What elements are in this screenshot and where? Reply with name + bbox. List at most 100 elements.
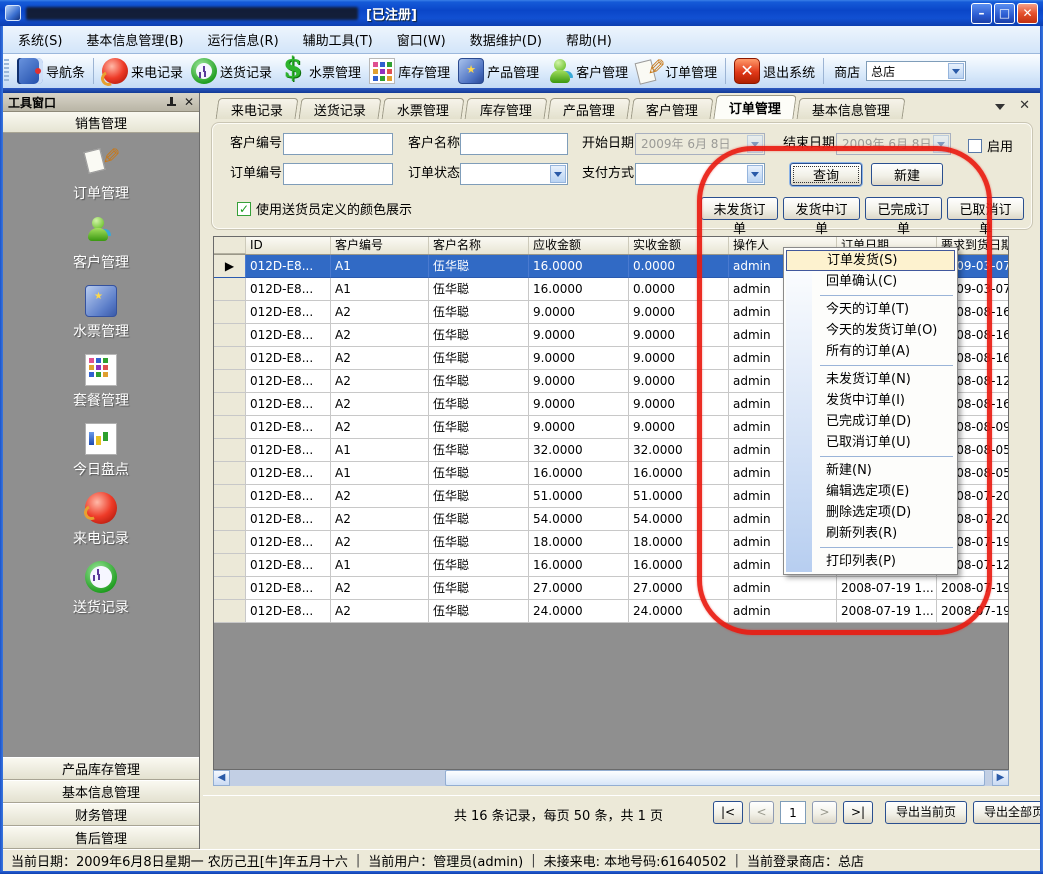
- context-menu-item[interactable]: 今天的订单(T): [786, 299, 955, 320]
- maximize-button[interactable]: □: [994, 3, 1015, 24]
- sidebar-group-3[interactable]: 售后管理: [3, 826, 199, 849]
- column-header-1[interactable]: 客户编号: [331, 237, 429, 254]
- horizontal-scrollbar[interactable]: ◀ ▶: [213, 770, 1009, 786]
- order-status-chevron-down-icon[interactable]: [550, 165, 566, 183]
- sidebar-item-order[interactable]: 订单管理: [41, 147, 161, 203]
- context-menu-item[interactable]: 删除选定项(D): [786, 502, 955, 523]
- context-menu-item[interactable]: 编辑选定项(E): [786, 481, 955, 502]
- toolbar-button-cust[interactable]: 客户管理: [543, 57, 632, 85]
- row-selector[interactable]: [214, 554, 246, 577]
- toolbar-grip[interactable]: [4, 59, 9, 83]
- row-selector[interactable]: [214, 393, 246, 416]
- toolbar-button-prod[interactable]: 产品管理: [454, 57, 543, 85]
- row-selector[interactable]: [214, 278, 246, 301]
- action-button-2[interactable]: 已完成订单: [865, 197, 942, 220]
- menu-item-5[interactable]: 数据维护(D): [460, 27, 552, 52]
- row-selector[interactable]: ▶: [214, 255, 246, 278]
- sidebar-item-cust[interactable]: 客户管理: [41, 216, 161, 272]
- sidebar-group-0[interactable]: 产品库存管理: [3, 757, 199, 780]
- context-menu-item[interactable]: 已取消订单(U): [786, 432, 955, 453]
- tab-0[interactable]: 来电记录: [216, 98, 299, 119]
- start-date-chevron-down-icon[interactable]: [747, 135, 763, 153]
- context-menu-item[interactable]: 打印列表(P): [786, 551, 955, 572]
- context-menu-item[interactable]: 订单发货(S): [786, 250, 955, 271]
- tab-2[interactable]: 水票管理: [382, 98, 465, 119]
- sidebar-item-bell[interactable]: 来电记录: [41, 492, 161, 548]
- sidebar-group-1[interactable]: 基本信息管理: [3, 780, 199, 803]
- scrollbar-thumb[interactable]: [445, 770, 985, 786]
- context-menu-item[interactable]: 所有的订单(A): [786, 341, 955, 362]
- column-header-2[interactable]: 客户名称: [429, 237, 529, 254]
- export-current-page-button[interactable]: 导出当前页: [885, 801, 967, 824]
- row-selector[interactable]: [214, 485, 246, 508]
- menu-item-3[interactable]: 辅助工具(T): [293, 27, 383, 52]
- order-no-input[interactable]: [283, 163, 393, 185]
- column-header-0[interactable]: ID: [246, 237, 331, 254]
- customer-name-input[interactable]: [460, 133, 568, 155]
- close-button[interactable]: ✕: [1017, 3, 1038, 24]
- toolbar-button-bell[interactable]: 来电记录: [98, 57, 187, 85]
- column-header-3[interactable]: 应收金额: [529, 237, 629, 254]
- page-number-input[interactable]: [780, 801, 806, 824]
- row-selector[interactable]: [214, 531, 246, 554]
- row-selector[interactable]: [214, 416, 246, 439]
- next-page-button[interactable]: >: [812, 801, 837, 824]
- toolbar-button-dollar[interactable]: 水票管理: [276, 57, 365, 85]
- menu-item-0[interactable]: 系统(S): [8, 27, 72, 52]
- sidebar-item-ticket[interactable]: 水票管理: [41, 285, 161, 341]
- tab-3[interactable]: 库存管理: [465, 98, 548, 119]
- sidebar-item-clock[interactable]: 送货记录: [41, 561, 161, 617]
- end-date-picker[interactable]: 2009年 6月 8日: [836, 133, 951, 155]
- export-all-pages-button[interactable]: 导出全部页: [973, 801, 1043, 824]
- tab-1[interactable]: 送货记录: [299, 98, 382, 119]
- menu-item-6[interactable]: 帮助(H): [556, 27, 622, 52]
- scroll-right-icon[interactable]: ▶: [992, 770, 1009, 786]
- sidebar-item-cal[interactable]: 套餐管理: [41, 354, 161, 410]
- menu-item-4[interactable]: 窗口(W): [387, 27, 456, 52]
- toolbar-button-nav[interactable]: 导航条: [13, 57, 89, 85]
- context-menu-item[interactable]: 新建(N): [786, 460, 955, 481]
- menu-item-2[interactable]: 运行信息(R): [197, 27, 288, 52]
- pay-method-chevron-down-icon[interactable]: [747, 165, 763, 183]
- delivery-color-checkbox[interactable]: ✓: [237, 202, 251, 216]
- row-selector[interactable]: [214, 600, 246, 623]
- tab-5[interactable]: 客户管理: [631, 98, 714, 119]
- start-date-picker[interactable]: 2009年 6月 8日: [635, 133, 765, 155]
- column-header-4[interactable]: 实收金额: [629, 237, 729, 254]
- row-selector[interactable]: [214, 439, 246, 462]
- toolbar-button-exit[interactable]: 退出系统: [730, 57, 819, 85]
- row-selector[interactable]: [214, 577, 246, 600]
- action-button-0[interactable]: 未发货订单: [701, 197, 778, 220]
- table-row[interactable]: 012D-E8...A2伍华聪24.000024.0000admin2008-0…: [214, 600, 1008, 623]
- context-menu-item[interactable]: 刷新列表(R): [786, 523, 955, 544]
- customer-no-input[interactable]: [283, 133, 393, 155]
- pin-icon[interactable]: [167, 97, 176, 108]
- tab-6[interactable]: 订单管理: [713, 95, 796, 119]
- shop-select[interactable]: 总店: [866, 61, 966, 81]
- sidebar-item-chart[interactable]: 今日盘点: [41, 423, 161, 479]
- new-button[interactable]: 新建: [871, 163, 943, 186]
- pay-method-select[interactable]: [635, 163, 765, 185]
- row-selector[interactable]: [214, 370, 246, 393]
- query-button[interactable]: 查询: [790, 163, 862, 186]
- prev-page-button[interactable]: <: [749, 801, 774, 824]
- context-menu-item[interactable]: 回单确认(C): [786, 271, 955, 292]
- context-menu-item[interactable]: 今天的发货订单(O): [786, 320, 955, 341]
- enable-checkbox[interactable]: [968, 139, 982, 153]
- tool-window-close-icon[interactable]: ✕: [184, 97, 194, 107]
- sidebar-group-sales[interactable]: 销售管理: [3, 112, 199, 133]
- row-selector[interactable]: [214, 462, 246, 485]
- shop-chevron-down-icon[interactable]: [948, 63, 964, 79]
- menu-item-1[interactable]: 基本信息管理(B): [76, 27, 193, 52]
- sidebar-group-2[interactable]: 财务管理: [3, 803, 199, 826]
- first-page-button[interactable]: |<: [713, 801, 743, 824]
- scroll-left-icon[interactable]: ◀: [213, 770, 230, 786]
- toolbar-button-order[interactable]: 订单管理: [632, 57, 721, 85]
- context-menu-item[interactable]: 发货中订单(I): [786, 390, 955, 411]
- row-selector[interactable]: [214, 347, 246, 370]
- tab-4[interactable]: 产品管理: [548, 98, 631, 119]
- tab-list-chevron-down-icon[interactable]: [995, 104, 1005, 115]
- minimize-button[interactable]: –: [971, 3, 992, 24]
- context-menu-item[interactable]: 已完成订单(D): [786, 411, 955, 432]
- order-status-select[interactable]: [460, 163, 568, 185]
